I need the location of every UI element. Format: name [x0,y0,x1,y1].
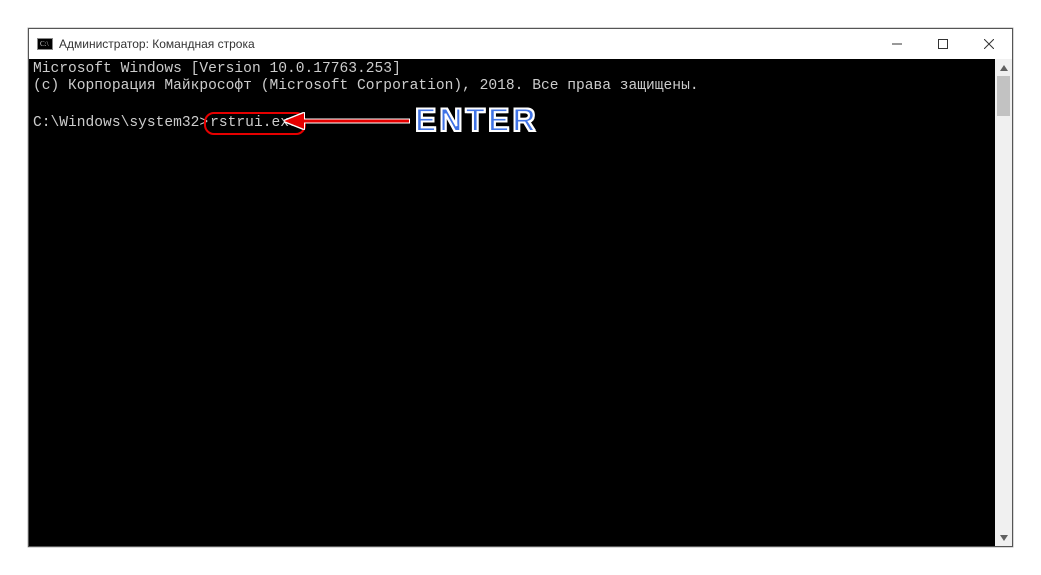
typed-command: rstrui.exe [210,115,298,131]
scroll-up-button[interactable] [995,59,1012,76]
scroll-down-button[interactable] [995,529,1012,546]
window-title: Администратор: Командная строка [59,37,874,51]
console-line-copyright: (c) Корпорация Майкрософт (Microsoft Cor… [33,78,699,94]
maximize-button[interactable] [920,29,966,59]
titlebar[interactable]: C:\ Администратор: Командная строка [29,29,1012,59]
vertical-scrollbar[interactable] [995,59,1012,546]
cmd-icon: C:\ [37,36,53,52]
window-controls [874,29,1012,59]
console-prompt: C:\Windows\system32> [33,115,208,131]
scroll-thumb[interactable] [997,76,1010,116]
minimize-button[interactable] [874,29,920,59]
cmd-window: C:\ Администратор: Командная строка Micr… [28,28,1013,547]
command-highlight: rstrui.exe [204,112,306,135]
console-client-area: Microsoft Windows [Version 10.0.17763.25… [29,59,1012,546]
console-output[interactable]: Microsoft Windows [Version 10.0.17763.25… [29,59,995,546]
console-line-version: Microsoft Windows [Version 10.0.17763.25… [33,61,401,77]
close-button[interactable] [966,29,1012,59]
scroll-track[interactable] [995,76,1012,529]
svg-text:C:\: C:\ [40,40,49,48]
